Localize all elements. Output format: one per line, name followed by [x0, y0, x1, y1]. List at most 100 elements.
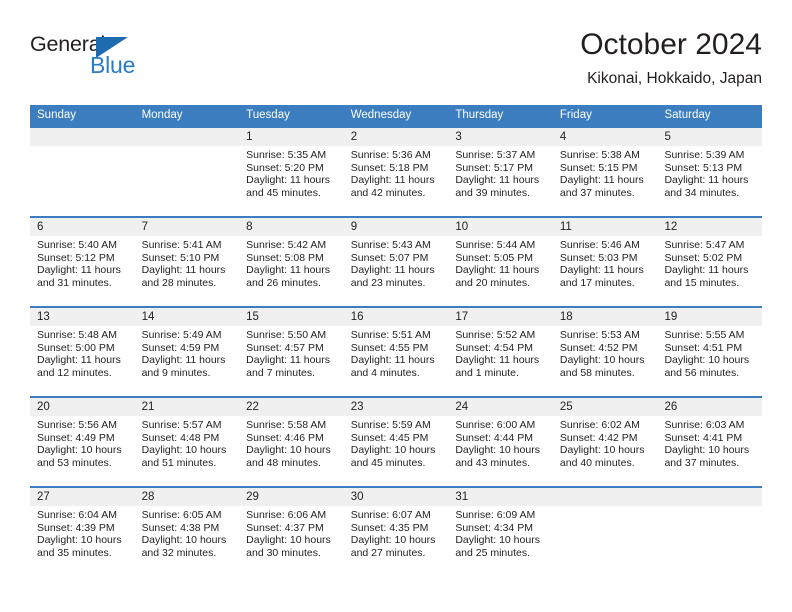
day-cell[interactable]: Sunrise: 5:37 AM Sunset: 5:17 PM Dayligh…	[448, 146, 553, 216]
day-cell[interactable]: Sunrise: 5:58 AM Sunset: 4:46 PM Dayligh…	[239, 416, 344, 486]
daylight-text-line1: Daylight: 11 hours	[141, 354, 226, 367]
day-cell[interactable]: Sunrise: 5:52 AM Sunset: 4:54 PM Dayligh…	[448, 326, 553, 396]
day-number[interactable]: 30	[344, 488, 449, 506]
day-number[interactable]: 13	[30, 308, 135, 326]
sunrise-text: Sunrise: 5:36 AM	[350, 149, 431, 161]
daylight-text-line2: and 37 minutes.	[664, 456, 740, 469]
day-cell[interactable]: Sunrise: 5:36 AM Sunset: 5:18 PM Dayligh…	[344, 146, 449, 216]
day-cell[interactable]: Sunrise: 5:46 AM Sunset: 5:03 PM Dayligh…	[553, 236, 658, 306]
day-cell[interactable]: Sunrise: 5:47 AM Sunset: 5:02 PM Dayligh…	[657, 236, 762, 306]
day-cell[interactable]	[30, 146, 135, 216]
day-number[interactable]: 25	[553, 398, 658, 416]
daylight-text-line2: and 17 minutes.	[559, 276, 635, 289]
sunset-text: Sunset: 4:59 PM	[141, 341, 220, 354]
day-number[interactable]	[135, 128, 240, 146]
daylight-text-line1: Daylight: 11 hours	[246, 354, 331, 367]
day-number[interactable]: 4	[553, 128, 658, 146]
sunset-text: Sunset: 4:54 PM	[455, 341, 533, 354]
sunrise-text: Sunrise: 6:03 AM	[664, 419, 745, 431]
day-number[interactable]: 12	[657, 218, 762, 236]
daylight-text-line1: Daylight: 10 hours	[141, 534, 227, 547]
day-number[interactable]: 3	[448, 128, 553, 146]
daylight-text-line2: and 4 minutes.	[350, 366, 420, 379]
day-cell[interactable]: Sunrise: 5:40 AM Sunset: 5:12 PM Dayligh…	[30, 236, 135, 306]
day-number[interactable]: 14	[135, 308, 240, 326]
day-number[interactable]: 27	[30, 488, 135, 506]
day-number[interactable]: 29	[239, 488, 344, 506]
day-cell[interactable]: Sunrise: 5:56 AM Sunset: 4:49 PM Dayligh…	[30, 416, 135, 486]
day-cell[interactable]: Sunrise: 5:53 AM Sunset: 4:52 PM Dayligh…	[553, 326, 658, 396]
day-number[interactable]: 16	[344, 308, 449, 326]
sunrise-text: Sunrise: 5:37 AM	[455, 149, 536, 161]
day-number[interactable]: 10	[448, 218, 553, 236]
daylight-text-line2: and 32 minutes.	[141, 546, 217, 559]
day-number[interactable]: 11	[553, 218, 658, 236]
daylight-text-line1: Daylight: 11 hours	[559, 174, 644, 187]
day-cell[interactable]: Sunrise: 5:41 AM Sunset: 5:10 PM Dayligh…	[135, 236, 240, 306]
day-cell[interactable]	[553, 506, 658, 576]
day-cell[interactable]	[135, 146, 240, 216]
daylight-text-line1: Daylight: 11 hours	[37, 354, 121, 367]
sunrise-text: Sunrise: 5:43 AM	[350, 239, 431, 251]
day-cell[interactable]: Sunrise: 5:44 AM Sunset: 5:05 PM Dayligh…	[448, 236, 553, 306]
sunrise-text: Sunrise: 6:07 AM	[350, 509, 431, 521]
day-number[interactable]: 23	[344, 398, 449, 416]
daylight-text-line1: Daylight: 10 hours	[559, 354, 645, 367]
day-number[interactable]: 26	[657, 398, 762, 416]
day-number[interactable]: 1	[239, 128, 344, 146]
day-cell[interactable]: Sunrise: 5:39 AM Sunset: 5:13 PM Dayligh…	[657, 146, 762, 216]
sunset-text: Sunset: 5:10 PM	[141, 251, 220, 264]
sunset-text: Sunset: 4:44 PM	[455, 431, 533, 444]
weekday-header-friday: Friday	[559, 109, 592, 121]
day-cell[interactable]: Sunrise: 5:49 AM Sunset: 4:59 PM Dayligh…	[135, 326, 240, 396]
day-cell[interactable]	[657, 506, 762, 576]
day-number[interactable]	[30, 128, 135, 146]
day-cell[interactable]: Sunrise: 6:07 AM Sunset: 4:35 PM Dayligh…	[344, 506, 449, 576]
sunrise-text: Sunrise: 5:42 AM	[246, 239, 327, 251]
day-cell[interactable]: Sunrise: 5:50 AM Sunset: 4:57 PM Dayligh…	[239, 326, 344, 396]
day-number[interactable]: 20	[30, 398, 135, 416]
day-cell[interactable]: Sunrise: 5:48 AM Sunset: 5:00 PM Dayligh…	[30, 326, 135, 396]
day-number[interactable]	[553, 488, 658, 506]
weekday-header-wednesday: Wednesday	[350, 109, 412, 121]
day-number[interactable]: 6	[30, 218, 135, 236]
day-number[interactable]: 19	[657, 308, 762, 326]
daylight-text-line2: and 58 minutes.	[559, 366, 635, 379]
day-number[interactable]: 28	[135, 488, 240, 506]
day-number[interactable]: 21	[135, 398, 240, 416]
day-number[interactable]: 5	[657, 128, 762, 146]
day-cell[interactable]: Sunrise: 5:51 AM Sunset: 4:55 PM Dayligh…	[344, 326, 449, 396]
daylight-text-line1: Daylight: 11 hours	[350, 174, 435, 187]
day-number[interactable]: 15	[239, 308, 344, 326]
day-cell[interactable]: Sunrise: 6:06 AM Sunset: 4:37 PM Dayligh…	[239, 506, 344, 576]
page-title: October 2024	[580, 28, 762, 61]
day-cell[interactable]: Sunrise: 5:55 AM Sunset: 4:51 PM Dayligh…	[657, 326, 762, 396]
day-number[interactable]: 2	[344, 128, 449, 146]
day-cell[interactable]: Sunrise: 6:05 AM Sunset: 4:38 PM Dayligh…	[135, 506, 240, 576]
day-cell[interactable]: Sunrise: 5:35 AM Sunset: 5:20 PM Dayligh…	[239, 146, 344, 216]
day-cell[interactable]: Sunrise: 5:57 AM Sunset: 4:48 PM Dayligh…	[135, 416, 240, 486]
day-cell[interactable]: Sunrise: 6:02 AM Sunset: 4:42 PM Dayligh…	[553, 416, 658, 486]
day-number[interactable]: 31	[448, 488, 553, 506]
day-cell[interactable]: Sunrise: 5:43 AM Sunset: 5:07 PM Dayligh…	[344, 236, 449, 306]
day-number[interactable]	[657, 488, 762, 506]
day-cell[interactable]: Sunrise: 6:00 AM Sunset: 4:44 PM Dayligh…	[448, 416, 553, 486]
day-number[interactable]: 22	[239, 398, 344, 416]
daylight-text-line1: Daylight: 10 hours	[246, 444, 331, 457]
day-number[interactable]: 8	[239, 218, 344, 236]
day-cell[interactable]: Sunrise: 5:42 AM Sunset: 5:08 PM Dayligh…	[239, 236, 344, 306]
day-number[interactable]: 17	[448, 308, 553, 326]
day-cell[interactable]: Sunrise: 6:03 AM Sunset: 4:41 PM Dayligh…	[657, 416, 762, 486]
day-cell[interactable]: Sunrise: 6:09 AM Sunset: 4:34 PM Dayligh…	[448, 506, 553, 576]
generalblue-logo[interactable]: General Blue	[30, 32, 240, 88]
day-number[interactable]: 18	[553, 308, 658, 326]
sunrise-text: Sunrise: 6:04 AM	[37, 509, 117, 521]
title-block: October 2024 Kikonai, Hokkaido, Japan	[580, 28, 762, 89]
day-number[interactable]: 24	[448, 398, 553, 416]
day-number[interactable]: 9	[344, 218, 449, 236]
day-number[interactable]: 7	[135, 218, 240, 236]
week-daynumber-strip: 1 2 3 4 5	[30, 128, 762, 146]
day-cell[interactable]: Sunrise: 5:38 AM Sunset: 5:15 PM Dayligh…	[553, 146, 658, 216]
day-cell[interactable]: Sunrise: 5:59 AM Sunset: 4:45 PM Dayligh…	[344, 416, 449, 486]
day-cell[interactable]: Sunrise: 6:04 AM Sunset: 4:39 PM Dayligh…	[30, 506, 135, 576]
